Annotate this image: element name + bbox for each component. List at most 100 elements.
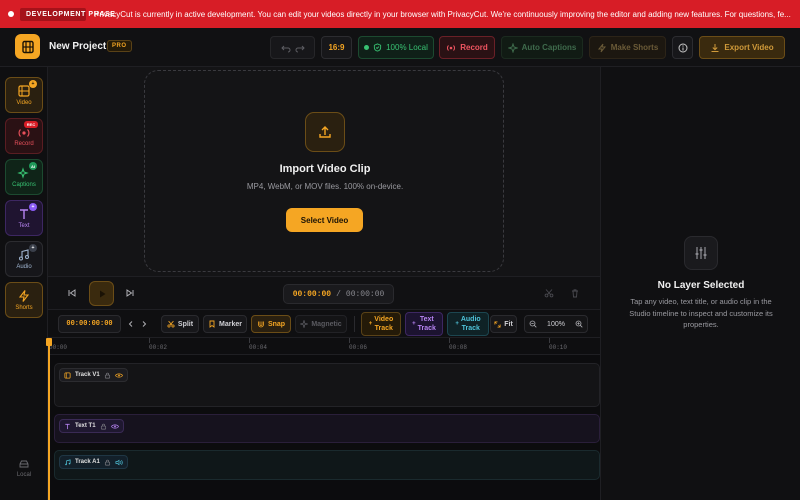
- zoom-out-icon[interactable]: [529, 320, 537, 328]
- text-icon: +: [17, 203, 37, 221]
- magnetic-toggle[interactable]: Magnetic: [295, 315, 347, 333]
- zoom-control: 100%: [524, 315, 588, 333]
- record-button[interactable]: Record: [439, 36, 495, 59]
- text-track-lane[interactable]: Text T1: [54, 414, 600, 443]
- ruler-tick-mark: [149, 338, 150, 343]
- music-icon: +: [17, 244, 37, 262]
- text-track-label: Text Track: [417, 316, 436, 332]
- undo-icon[interactable]: [280, 43, 291, 53]
- playhead-line[interactable]: [48, 338, 50, 500]
- import-dropzone[interactable]: Import Video Clip MP4, WebM, or MOV file…: [144, 70, 504, 272]
- playhead-handle[interactable]: [46, 338, 52, 346]
- lock-icon[interactable]: [104, 459, 111, 466]
- add-video-track-button[interactable]: + Video Track: [361, 312, 401, 336]
- prev-frame-button[interactable]: [126, 315, 136, 333]
- sidebar-item-label: Video: [16, 100, 32, 106]
- audio-track-lane[interactable]: Track A1: [54, 450, 600, 480]
- timeline-ruler[interactable]: 00:00 00:02 00:04 00:06 00:08 00:10: [48, 338, 600, 355]
- make-shorts-button[interactable]: Make Shorts: [589, 36, 666, 59]
- auto-captions-label: Auto Captions: [521, 43, 577, 52]
- properties-panel: No Layer Selected Tap any video, text ti…: [600, 67, 800, 500]
- eye-icon[interactable]: [114, 372, 123, 379]
- split-label: Split: [177, 320, 194, 328]
- record-label: Record: [460, 43, 488, 52]
- video-track-name: Track V1: [75, 372, 100, 378]
- magnet-icon: [258, 321, 264, 328]
- skip-forward-button[interactable]: [123, 286, 137, 300]
- sidebar-item-record[interactable]: REC Record: [5, 118, 43, 154]
- zoom-in-icon[interactable]: [575, 320, 583, 328]
- play-button[interactable]: [89, 281, 114, 306]
- select-video-button[interactable]: Select Video: [286, 208, 363, 232]
- playback-bar: 00:00:00 / 00:00:00: [48, 276, 600, 310]
- project-title[interactable]: New Project: [49, 41, 106, 52]
- skip-back-button[interactable]: [65, 286, 79, 300]
- audio-track-label: Audio Track: [460, 316, 481, 332]
- auto-captions-button[interactable]: Auto Captions: [501, 36, 583, 59]
- sparkle-icon: [300, 320, 309, 328]
- next-frame-button[interactable]: [139, 315, 149, 333]
- cut-button[interactable]: [542, 286, 556, 300]
- timeline-timecode: 00:00:00:00: [58, 315, 121, 333]
- upload-icon: [305, 112, 345, 152]
- aspect-ratio-button[interactable]: 16:9: [321, 36, 352, 59]
- left-sidebar: + Video REC Record AI Captions + Text + …: [0, 67, 48, 500]
- sliders-icon: [684, 236, 718, 270]
- pro-badge: PRO: [107, 40, 132, 52]
- sidebar-item-label: Captions: [12, 182, 36, 188]
- lock-icon[interactable]: [100, 423, 107, 430]
- toolbar-divider: [354, 316, 355, 332]
- marker-button[interactable]: Marker: [203, 315, 247, 333]
- sidebar-item-label: Record: [14, 141, 34, 147]
- add-text-track-button[interactable]: + Text Track: [405, 312, 443, 336]
- bookmark-icon: [209, 320, 215, 328]
- sidebar-item-audio[interactable]: + Audio: [5, 241, 43, 277]
- sparkle-icon: [507, 42, 518, 53]
- sidebar-item-shorts[interactable]: Shorts: [5, 282, 43, 318]
- storage-icon: [19, 460, 29, 468]
- info-button[interactable]: [672, 36, 693, 59]
- ai-badge: AI: [29, 162, 37, 170]
- ruler-tick: 00:10: [549, 344, 568, 351]
- video-track-lane[interactable]: Track V1: [54, 363, 600, 407]
- sidebar-item-text[interactable]: + Text: [5, 200, 43, 236]
- import-title: Import Video Clip: [279, 163, 371, 175]
- ruler-tick: 00:02: [149, 344, 168, 351]
- ruler-tick-mark: [549, 338, 550, 343]
- skip-forward-icon: [126, 289, 134, 297]
- local-storage-indicator: Local: [5, 460, 43, 478]
- chevron-left-icon: [128, 321, 133, 327]
- lock-icon[interactable]: [104, 372, 111, 379]
- timeline-toolbar: 00:00:00:00 Split Marker Snap Magnetic +…: [48, 310, 600, 338]
- scissors-icon: [544, 289, 554, 298]
- total-duration: 00:00:00: [345, 289, 385, 299]
- export-video-button[interactable]: Export Video: [699, 36, 785, 59]
- add-audio-track-button[interactable]: + Audio Track: [447, 312, 489, 336]
- split-button[interactable]: Split: [161, 315, 199, 333]
- volume-icon[interactable]: [115, 459, 123, 466]
- download-icon: [711, 43, 719, 52]
- eye-icon[interactable]: [110, 423, 119, 430]
- local-status-label: 100% Local: [386, 43, 428, 52]
- trash-icon: [572, 289, 578, 298]
- time-separator: /: [336, 289, 341, 299]
- development-banner: DEVELOPMENT PHASE PrivacyCut is currentl…: [0, 0, 800, 28]
- expand-icon: [494, 320, 501, 328]
- broadcast-icon: [447, 44, 456, 51]
- ruler-tick-mark: [249, 338, 250, 343]
- snap-toggle[interactable]: Snap: [251, 315, 291, 333]
- fit-button[interactable]: Fit: [490, 315, 517, 333]
- sidebar-item-video[interactable]: + Video: [5, 77, 43, 113]
- sidebar-item-captions[interactable]: AI Captions: [5, 159, 43, 195]
- app-logo[interactable]: [15, 34, 40, 59]
- fit-label: Fit: [504, 320, 513, 328]
- redo-icon[interactable]: [295, 43, 305, 53]
- video-badge: +: [29, 80, 37, 88]
- video-track-header: Track V1: [59, 368, 128, 382]
- sidebar-item-label: Shorts: [15, 305, 33, 311]
- panel-title: No Layer Selected: [657, 280, 745, 291]
- playback-timecode: 00:00:00 / 00:00:00: [283, 284, 394, 304]
- sidebar-item-label: Audio: [16, 264, 32, 270]
- rec-badge: REC: [24, 121, 38, 128]
- delete-button[interactable]: [568, 286, 582, 300]
